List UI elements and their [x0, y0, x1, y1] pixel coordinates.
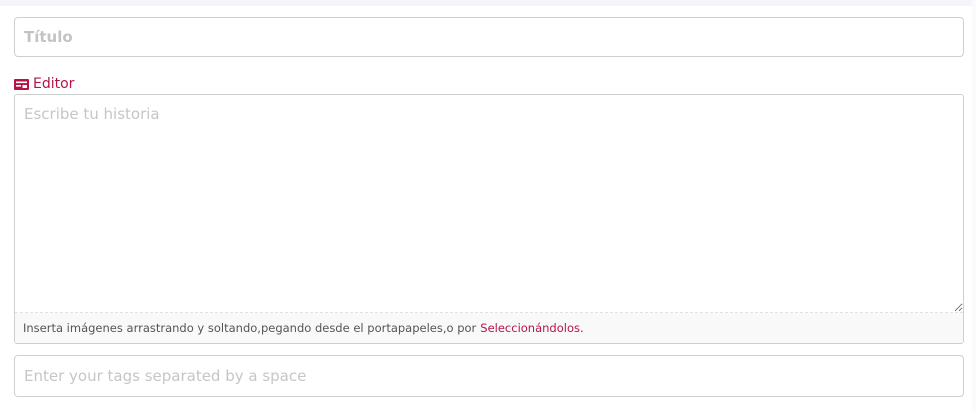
editor-label: Editor: [14, 76, 964, 92]
top-strip: [0, 0, 976, 6]
editor-card-icon: [14, 78, 29, 90]
title-input[interactable]: [14, 17, 964, 57]
story-textarea[interactable]: [15, 95, 963, 313]
select-images-link[interactable]: Seleccionándolos.: [480, 321, 583, 335]
tags-input[interactable]: [14, 355, 964, 397]
story-form: Editor Inserta imágenes arrastrando y so…: [14, 17, 964, 397]
upload-hint-text: Inserta imágenes arrastrando y soltando,…: [23, 321, 477, 335]
image-upload-hint: Inserta imágenes arrastrando y soltando,…: [15, 313, 963, 343]
right-edge: [972, 0, 976, 411]
editor-box: Inserta imágenes arrastrando y soltando,…: [14, 94, 964, 344]
editor-label-text: Editor: [33, 76, 75, 92]
